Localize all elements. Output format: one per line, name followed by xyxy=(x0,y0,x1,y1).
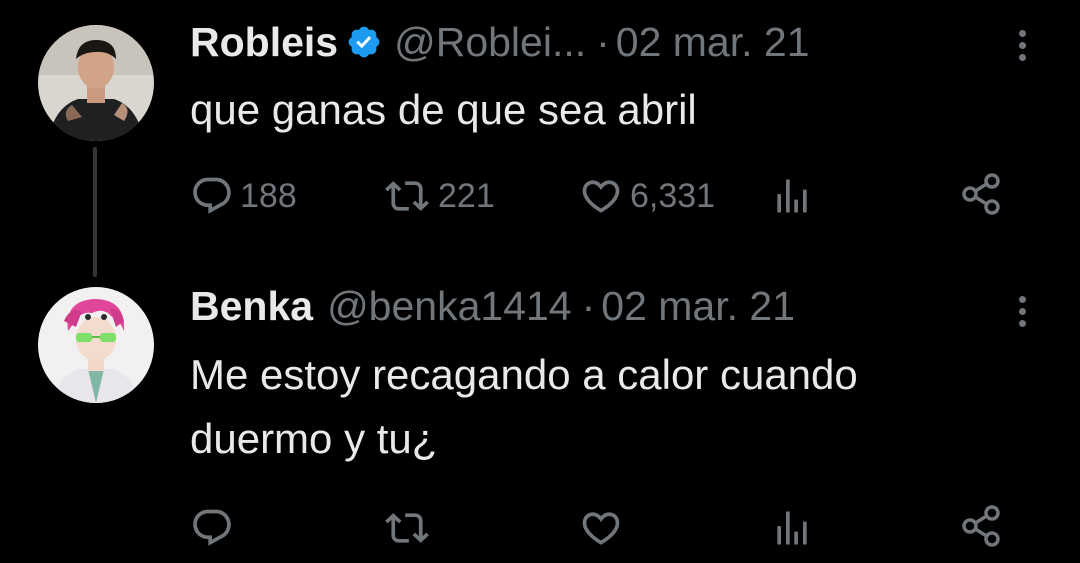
author-name[interactable]: Robleis xyxy=(190,20,338,64)
heart-icon xyxy=(582,180,620,213)
reply-button[interactable]: 188 xyxy=(190,174,297,218)
like-button[interactable]: 6,331 xyxy=(578,174,715,218)
tweet-text-line-2: duermo y tu¿ xyxy=(190,415,438,462)
retweet-button[interactable] xyxy=(382,506,432,550)
separator-dot: · xyxy=(581,283,596,329)
tweet-1-header: Robleis @Roblei... · 02 mar. 21 xyxy=(190,20,810,64)
like-button[interactable] xyxy=(578,506,624,550)
heart-icon xyxy=(582,512,620,545)
views-icon xyxy=(777,179,807,213)
author-handle[interactable]: @Roblei... xyxy=(394,20,586,64)
author-handle[interactable]: @benka1414 xyxy=(327,284,572,328)
views-button[interactable] xyxy=(770,506,814,550)
avatar-benka[interactable] xyxy=(38,287,154,403)
reply-button[interactable] xyxy=(190,506,234,550)
retweet-button[interactable]: 221 xyxy=(382,174,495,218)
share-button[interactable] xyxy=(958,504,1006,548)
share-button[interactable] xyxy=(958,172,1006,216)
tweet-text-line-1: Me estoy recagando a calor cuando xyxy=(190,351,858,398)
retweet-icon xyxy=(385,181,429,211)
tweet-text: Me estoy recagando a calor cuando duermo… xyxy=(190,343,858,471)
tweet-date[interactable]: 02 mar. 21 xyxy=(616,20,810,64)
author-name[interactable]: Benka xyxy=(190,284,313,328)
thread-connector-line xyxy=(93,147,97,277)
reply-icon xyxy=(193,177,231,214)
avatar-robleis[interactable] xyxy=(38,25,154,141)
reply-count: 188 xyxy=(240,176,297,215)
retweet-icon xyxy=(385,513,429,543)
more-icon[interactable] xyxy=(1012,291,1032,331)
share-icon xyxy=(962,173,1000,215)
retweet-count: 221 xyxy=(438,176,495,215)
share-icon xyxy=(962,505,1000,547)
tweet-2-header: Benka @benka1414 · 02 mar. 21 xyxy=(190,284,795,328)
verified-badge-icon xyxy=(346,24,382,60)
more-icon[interactable] xyxy=(1012,25,1032,65)
like-count: 6,331 xyxy=(630,176,716,215)
views-button[interactable] xyxy=(770,174,814,218)
views-icon xyxy=(777,511,807,545)
tweet-text: que ganas de que sea abril xyxy=(190,86,697,133)
separator-dot: · xyxy=(596,19,610,65)
reply-icon xyxy=(193,509,231,546)
tweet-date[interactable]: 02 mar. 21 xyxy=(601,284,795,328)
